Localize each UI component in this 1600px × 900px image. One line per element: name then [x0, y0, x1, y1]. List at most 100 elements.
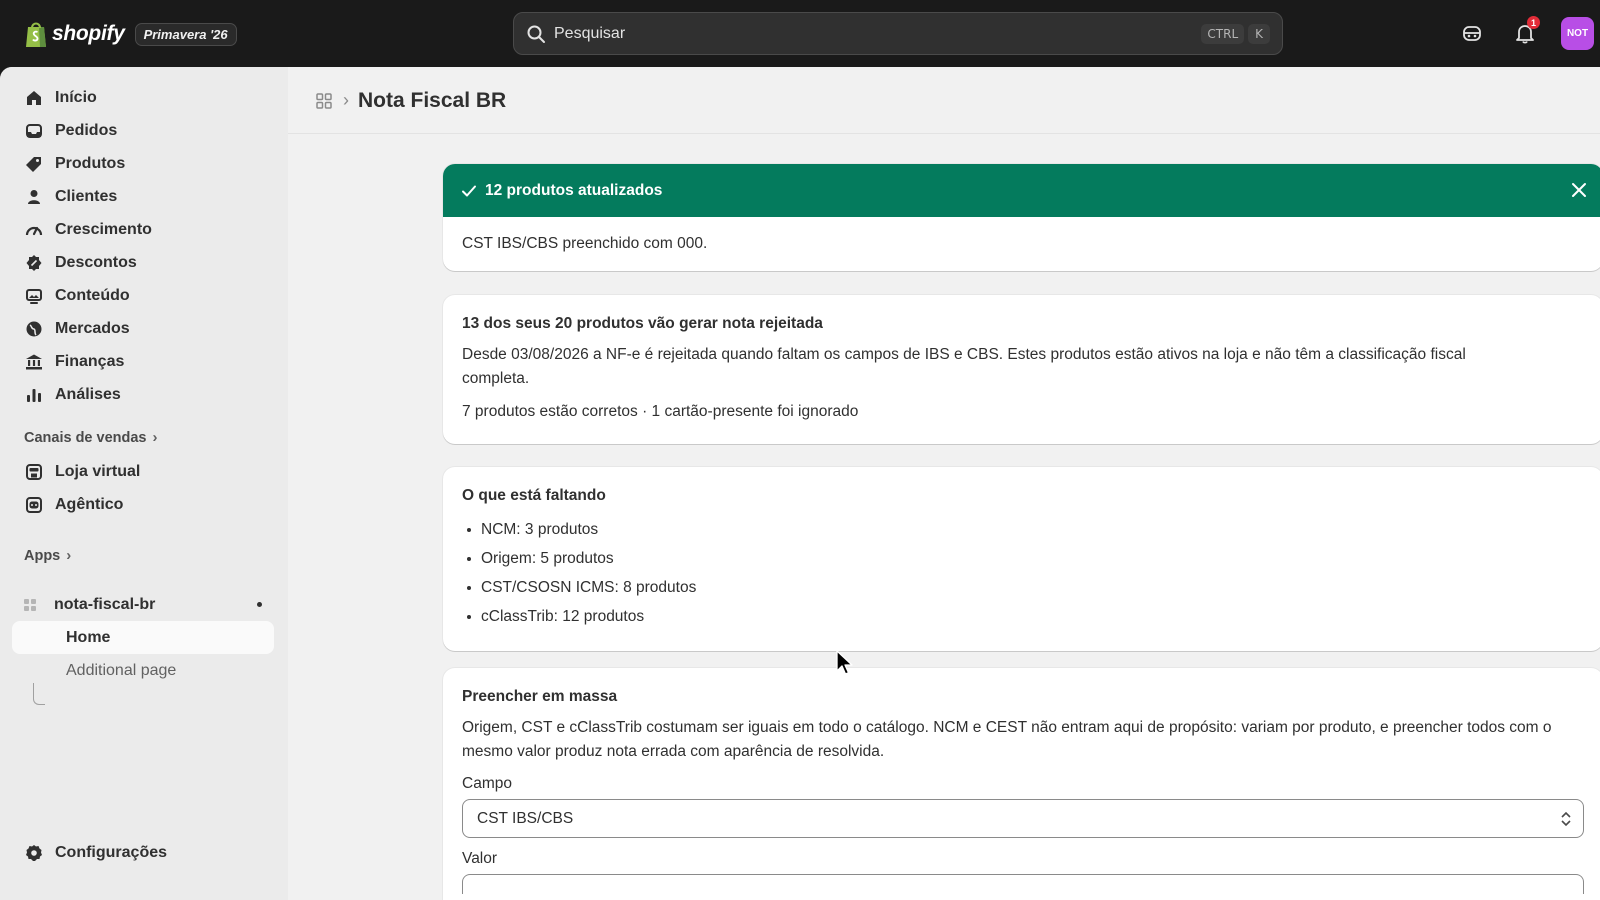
- sidebar-item-label: Início: [55, 89, 97, 106]
- discount-icon: [24, 253, 44, 273]
- sidebar-item-financas[interactable]: Finanças: [12, 346, 274, 378]
- image-icon: [24, 286, 44, 306]
- sidebar-app-page-additional[interactable]: Additional page: [12, 654, 274, 687]
- bulk-fill-card: Preencher em massa Origem, CST e cClassT…: [443, 668, 1600, 900]
- sidebar-item-descontos[interactable]: Descontos: [12, 247, 274, 279]
- search-bar[interactable]: Pesquisar CTRL K: [513, 12, 1283, 55]
- sidebar-item-label: Mercados: [55, 320, 130, 337]
- sidebar-item-inicio[interactable]: Início: [12, 82, 274, 114]
- sidebar-app-page-home[interactable]: Home: [12, 621, 274, 654]
- sidebar-item-label: Loja virtual: [55, 463, 141, 480]
- sidebar-item-configuracoes[interactable]: Configurações: [12, 837, 274, 869]
- field-label: Campo: [462, 775, 512, 792]
- person-icon: [24, 187, 44, 207]
- sidekick-button[interactable]: [1459, 20, 1485, 46]
- sidebar-item-label: Agêntico: [55, 496, 124, 513]
- sidebar-item-analises[interactable]: Análises: [12, 379, 274, 411]
- app-grid-icon[interactable]: [314, 91, 334, 111]
- sidekick-icon: [1463, 26, 1481, 41]
- gear-icon: [24, 843, 44, 863]
- mouse-cursor-icon: [836, 650, 853, 675]
- sidebar-item-label: Pedidos: [55, 122, 118, 139]
- value-input[interactable]: [462, 874, 1584, 894]
- sidebar-item-mercados[interactable]: Mercados: [12, 313, 274, 345]
- sales-channels-label: Canais de vendas: [24, 429, 147, 446]
- sidebar-item-label: Análises: [55, 386, 121, 403]
- apps-label: Apps: [24, 547, 61, 564]
- sidebar-item-label: Configurações: [55, 844, 168, 861]
- sidebar-item-conteudo[interactable]: Conteúdo: [12, 280, 274, 312]
- card-title: 13 dos seus 20 produtos vão gerar nota r…: [462, 315, 823, 332]
- app-page-label: Home: [66, 628, 111, 646]
- list-item: Origem: 5 produtos: [462, 544, 1584, 573]
- list-item: CST/CSOSN ICMS: 8 produtos: [462, 573, 1584, 602]
- missing-fields-card: O que está faltando NCM: 3 produtos Orig…: [443, 467, 1600, 651]
- banner-header: 12 produtos atualizados: [443, 164, 1600, 217]
- card-body: Origem, CST e cClassTrib costumam ser ig…: [462, 719, 1552, 760]
- field-select[interactable]: CST IBS/CBS: [462, 799, 1584, 838]
- search-placeholder: Pesquisar: [554, 24, 626, 42]
- card-footer: 7 produtos estão corretos · 1 cartão-pre…: [462, 403, 859, 420]
- globe-icon: [24, 319, 44, 339]
- store-icon: [24, 462, 44, 482]
- avatar[interactable]: NOT: [1561, 17, 1594, 50]
- app-page-label: Additional page: [66, 661, 177, 679]
- notification-count-badge: 1: [1527, 16, 1540, 29]
- inbox-icon: [24, 121, 44, 141]
- sidebar-item-label: Produtos: [55, 155, 126, 172]
- card-body: Desde 03/08/2026 a NF-e é rejeitada quan…: [462, 346, 1466, 387]
- field-label: Valor: [462, 850, 498, 867]
- close-icon[interactable]: [1569, 180, 1589, 200]
- sidebar-item-clientes[interactable]: Clientes: [12, 181, 274, 213]
- chevron-right-icon: ›: [152, 429, 158, 446]
- pin-dot-icon[interactable]: [257, 602, 262, 607]
- sidebar: Início Pedidos Produtos Clientes Crescim…: [0, 67, 288, 900]
- sidebar-item-label: Descontos: [55, 254, 137, 271]
- main-content: › Nota Fiscal BR 12 produtos atualizados…: [288, 67, 1600, 900]
- sidebar-item-label: Conteúdo: [55, 287, 130, 304]
- shortcut-k: K: [1248, 23, 1270, 44]
- admin-frame: Início Pedidos Produtos Clientes Crescim…: [0, 67, 1600, 900]
- app-name-label: nota-fiscal-br: [54, 595, 156, 613]
- banner-body: CST IBS/CBS preenchido com 000.: [462, 235, 708, 252]
- chevron-right-icon: ›: [66, 547, 72, 564]
- shopping-bag-icon: [26, 22, 46, 47]
- bank-icon: [24, 352, 44, 372]
- edition-badge[interactable]: Primavera '26: [134, 22, 237, 46]
- banner-title: 12 produtos atualizados: [485, 181, 663, 199]
- bar-chart-icon: [24, 385, 44, 405]
- rejection-summary-card: 13 dos seus 20 produtos vão gerar nota r…: [443, 295, 1600, 444]
- success-banner: 12 produtos atualizados CST IBS/CBS pree…: [443, 164, 1600, 271]
- tag-icon: [24, 154, 44, 174]
- sales-channels-header[interactable]: Canais de vendas ›: [24, 429, 158, 446]
- sidebar-item-agentico[interactable]: Agêntico: [12, 489, 274, 521]
- select-arrows-icon: [1561, 811, 1571, 827]
- top-bar: shopify Primavera '26 Pesquisar CTRL K 1…: [0, 0, 1600, 67]
- select-value: CST IBS/CBS: [477, 809, 574, 827]
- shortcut-ctrl: CTRL: [1201, 23, 1245, 44]
- sidebar-item-label: Finanças: [55, 353, 125, 370]
- checkmark-icon: [462, 185, 476, 196]
- sidebar-item-loja-virtual[interactable]: Loja virtual: [12, 456, 274, 488]
- notifications-button[interactable]: 1: [1512, 16, 1540, 46]
- search-icon: [527, 25, 545, 43]
- shopify-logo[interactable]: shopify Primavera '26: [24, 18, 237, 50]
- apps-header[interactable]: Apps ›: [24, 547, 71, 564]
- list-item: cClassTrib: 12 produtos: [462, 602, 1584, 631]
- app-grid-icon: [24, 598, 36, 611]
- page-header: › Nota Fiscal BR: [288, 67, 1600, 134]
- page-title: Nota Fiscal BR: [358, 89, 507, 112]
- brand-name: shopify: [52, 22, 125, 45]
- breadcrumb-chevron-icon: ›: [343, 90, 349, 110]
- missing-list: NCM: 3 produtos Origem: 5 produtos CST/C…: [462, 515, 1584, 631]
- sidebar-item-produtos[interactable]: Produtos: [12, 148, 274, 180]
- card-title: O que está faltando: [462, 487, 606, 504]
- card-title: Preencher em massa: [462, 688, 618, 705]
- robot-icon: [24, 495, 44, 515]
- sidebar-item-pedidos[interactable]: Pedidos: [12, 115, 274, 147]
- sidebar-item-crescimento[interactable]: Crescimento: [12, 214, 274, 246]
- sidebar-item-label: Crescimento: [55, 221, 152, 238]
- home-icon: [24, 88, 44, 108]
- sidebar-app-nota-fiscal-br[interactable]: nota-fiscal-br: [12, 588, 274, 621]
- gauge-icon: [24, 220, 44, 240]
